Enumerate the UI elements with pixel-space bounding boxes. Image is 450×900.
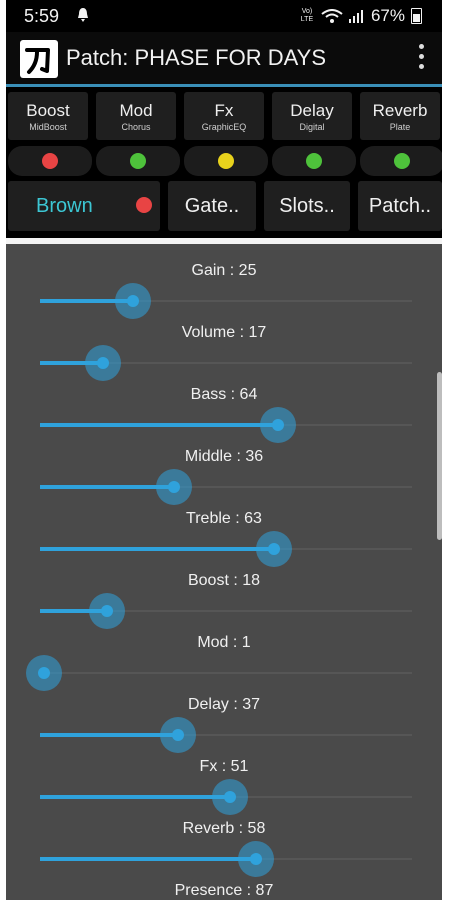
led-toggle-reverb[interactable] (360, 146, 442, 176)
effect-button-delay[interactable]: Delay Digital (272, 92, 352, 140)
effect-button-reverb[interactable]: Reverb Plate (360, 92, 440, 140)
treble-label: Treble : 63 (186, 510, 262, 527)
effect-title: Boost (26, 101, 70, 120)
slots-button[interactable]: Slots.. (264, 181, 350, 231)
treble-slider-row: Treble : 63 (6, 492, 442, 567)
fx-slider-row: Fx : 51 (6, 740, 442, 815)
app-logo-icon (20, 40, 58, 78)
scrollbar[interactable] (437, 372, 442, 540)
effect-button-boost[interactable]: Boost MidBoost (8, 92, 88, 140)
reverb-led-icon (394, 153, 410, 169)
effect-subtitle: MidBoost (29, 122, 67, 132)
volte-icon: Vo) LTE (300, 8, 314, 23)
battery-percent: 67% (370, 6, 405, 25)
app-window: 5:59 Vo) LTE 67% Patch: PHASE FOR DAYS B… (6, 0, 442, 900)
gain-slider[interactable] (40, 283, 412, 319)
status-right: Vo) LTE 67% (299, 6, 422, 26)
nav-buttons: Brown Gate.. Slots.. Patch.. (8, 181, 442, 233)
led-toggle-mod[interactable] (96, 146, 180, 176)
bass-slider[interactable] (40, 407, 412, 443)
led-toggle-fx[interactable] (184, 146, 268, 176)
middle-fill (40, 485, 174, 489)
treble-slider[interactable] (40, 531, 412, 567)
middle-slider-row: Middle : 36 (6, 430, 442, 505)
volume-slider[interactable] (40, 345, 412, 381)
effect-subtitle: Chorus (121, 122, 151, 132)
effect-title: Delay (290, 101, 334, 120)
effect-button-mod[interactable]: Mod Chorus (96, 92, 176, 140)
signal-icon (348, 10, 363, 23)
presence-slider-row: Presence : 87 (6, 864, 442, 900)
slots-label: Slots.. (279, 194, 335, 217)
reverb-fill (40, 857, 256, 861)
boost-label: Boost : 18 (187, 572, 261, 589)
gate-button[interactable]: Gate.. (168, 181, 256, 231)
mod-slider[interactable] (26, 655, 412, 691)
effect-subtitle: Digital (299, 122, 325, 132)
amp-button[interactable]: Brown (8, 181, 160, 231)
slider-panel: Gain : 25 Volume : 17 Bass : 64 Middle :… (6, 244, 442, 900)
volume-label: Volume : 17 (181, 324, 267, 341)
mod-slider-row: Mod : 1 (6, 616, 442, 691)
fx-label: Fx : 51 (199, 758, 249, 775)
effect-title: Reverb (372, 101, 428, 120)
delay-fill (40, 733, 178, 737)
effect-buttons: Boost MidBoost Mod Chorus Fx GraphicEQ D… (8, 92, 442, 142)
page-title: Patch: PHASE FOR DAYS (66, 45, 327, 70)
effect-title: Fx (214, 101, 234, 120)
amp-led-icon (136, 197, 152, 213)
fx-fill (40, 795, 230, 799)
boost-led-icon (42, 153, 58, 169)
volume-slider-row: Volume : 17 (6, 306, 442, 381)
presence-label: Presence : 87 (174, 882, 274, 899)
reverb-label: Reverb : 58 (182, 820, 266, 837)
app-bar: Patch: PHASE FOR DAYS (6, 32, 442, 84)
delay-slider[interactable] (40, 717, 412, 753)
boost-slider-row: Boost : 18 (6, 554, 442, 629)
delay-label: Delay : 37 (187, 696, 261, 713)
battery-icon (411, 8, 422, 24)
led-toggle-delay[interactable] (272, 146, 356, 176)
middle-slider[interactable] (40, 469, 412, 505)
wifi-icon (321, 9, 343, 23)
status-time: 5:59 (24, 6, 60, 26)
patch-label: Patch.. (368, 194, 432, 217)
reverb-slider-row: Reverb : 58 (6, 802, 442, 877)
bass-fill (40, 423, 278, 427)
fx-led-icon (218, 153, 234, 169)
bass-slider-row: Bass : 64 (6, 368, 442, 443)
overflow-menu-icon[interactable] (418, 44, 424, 74)
delay-led-icon (306, 153, 322, 169)
delay-slider-row: Delay : 37 (6, 678, 442, 753)
gain-label: Gain : 25 (191, 262, 257, 279)
effect-subtitle: Plate (389, 122, 411, 132)
led-toggle-boost[interactable] (8, 146, 92, 176)
gain-slider-row: Gain : 25 (6, 244, 442, 319)
fx-slider[interactable] (40, 779, 412, 815)
middle-label: Middle : 36 (184, 448, 264, 465)
reverb-slider[interactable] (40, 841, 412, 877)
notification-icon (78, 8, 88, 22)
mod-label: Mod : 1 (197, 634, 251, 651)
amp-label: Brown (36, 194, 93, 217)
mod-led-icon (130, 153, 146, 169)
boost-slider[interactable] (40, 593, 412, 629)
effect-button-fx[interactable]: Fx GraphicEQ (184, 92, 264, 140)
effect-title: Mod (119, 101, 153, 120)
bass-label: Bass : 64 (190, 386, 258, 403)
status-bar: 5:59 Vo) LTE 67% (6, 0, 442, 32)
gate-label: Gate.. (184, 194, 240, 217)
effect-subtitle: GraphicEQ (201, 122, 247, 132)
treble-fill (40, 547, 274, 551)
accent-divider (6, 84, 442, 87)
patch-button[interactable]: Patch.. (358, 181, 442, 231)
effect-leds (8, 146, 442, 178)
